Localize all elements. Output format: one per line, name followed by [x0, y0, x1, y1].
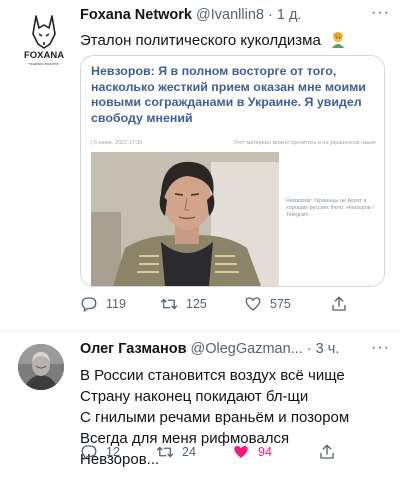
tweet-text: Эталон политического куколдизма [80, 30, 347, 49]
share-icon [320, 444, 334, 459]
tweet-line: В России становится воздух всё чище [80, 367, 345, 384]
like-count: 94 [258, 445, 272, 459]
card-headline[interactable]: Невзоров: Я в полном восторге от того, н… [91, 64, 376, 126]
author-handle[interactable]: @OlegGazman... [191, 341, 303, 357]
reply-action[interactable]: 119 [80, 295, 126, 313]
tweet-line: Страну наконец покидают бл-щи [80, 388, 309, 405]
reply-count: 119 [106, 297, 126, 311]
share-icon [332, 296, 346, 311]
retweet-icon [156, 446, 174, 458]
photo-caption: Невзоров: Украинцы не верят в хороших ру… [286, 198, 374, 218]
reply-action[interactable]: 12 [80, 443, 120, 461]
mage-emoji-icon [332, 32, 344, 48]
article-photo [91, 152, 279, 286]
more-options-icon[interactable]: ··· [371, 4, 390, 22]
retweet-action[interactable]: 125 [160, 295, 207, 313]
card-meta: | 5 июня, 2022 17:30 Этот материал можно… [91, 138, 376, 150]
reply-icon [81, 297, 97, 313]
heart-filled-icon [234, 446, 248, 458]
heart-icon [245, 297, 261, 311]
news-link-card[interactable]: Невзоров: Я в полном восторге от того, н… [80, 55, 385, 287]
like-action-active[interactable]: 94 [232, 443, 272, 461]
tweet-line: С гнилыми речами враньём и позором [80, 409, 350, 426]
author-name[interactable]: Foxana Network [80, 7, 192, 23]
svg-text:паршивая аналитика: паршивая аналитика [27, 62, 61, 66]
tweet-time[interactable]: 3 ч. [316, 341, 340, 357]
retweet-action[interactable]: 24 [156, 443, 196, 461]
avatar-foxana-logo[interactable]: FOXANA паршивая аналитика [14, 8, 74, 68]
like-action[interactable]: 575 [244, 295, 291, 313]
separator-dot: · [267, 7, 273, 23]
reply-count: 12 [106, 445, 120, 459]
author-handle[interactable]: @Ivanllin8 [196, 7, 264, 23]
tweet-header: Олег Газманов @OlegGazman... · 3 ч. [80, 341, 370, 357]
tweet-foxana[interactable]: FOXANA паршивая аналитика Foxana Network… [0, 0, 400, 330]
card-language-note: Этот материал можно прочитать и на украи… [232, 140, 376, 146]
retweet-count: 24 [182, 445, 196, 459]
separator-dot: · [306, 341, 312, 357]
tweet-time[interactable]: 1 д. [277, 7, 302, 23]
tweet-actions: 12 24 94 [80, 443, 390, 467]
like-count: 575 [270, 297, 291, 311]
share-action[interactable] [330, 295, 356, 313]
tweet-oleg[interactable]: Олег Газманов @OlegGazman... · 3 ч. ··· … [0, 330, 400, 500]
retweet-icon [160, 298, 178, 310]
reply-icon [81, 445, 97, 461]
avatar-oleg[interactable] [18, 344, 64, 390]
more-options-icon[interactable]: ··· [371, 339, 390, 357]
author-name[interactable]: Олег Газманов [80, 341, 186, 357]
card-date: | 5 июня, 2022 17:30 [91, 140, 143, 146]
svg-text:FOXANA: FOXANA [24, 50, 64, 61]
tweet-actions: 119 125 575 [80, 295, 390, 319]
tweet-header: Foxana Network @Ivanllin8 · 1 д. [80, 7, 370, 23]
retweet-count: 125 [186, 297, 207, 311]
share-action[interactable] [318, 443, 344, 461]
